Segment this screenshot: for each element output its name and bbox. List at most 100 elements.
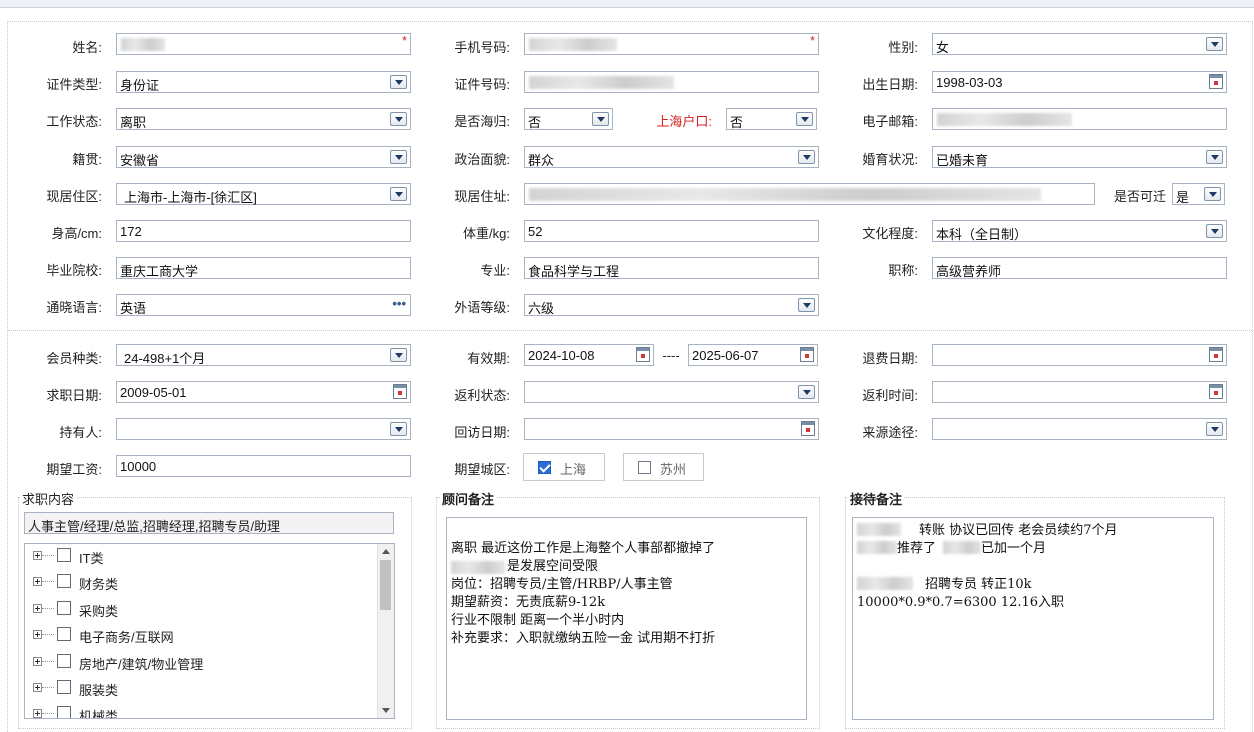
email-field[interactable]: [932, 108, 1227, 130]
tree-item[interactable]: 服装类: [25, 678, 375, 700]
chevron-down-icon[interactable]: [796, 112, 813, 126]
redacted-text: [529, 38, 617, 51]
advisor-notes-textarea[interactable]: 离职 最近这份工作是上海整个人事部都撤掉了 是发展空间受限 岗位：招聘专员/主管…: [446, 517, 807, 720]
political-select[interactable]: 群众: [524, 146, 819, 168]
checkbox-icon[interactable]: [57, 706, 71, 718]
revisit-date-field[interactable]: [524, 418, 819, 440]
expected-salary-field[interactable]: 10000: [116, 455, 411, 477]
chevron-down-icon[interactable]: [592, 112, 609, 126]
checkbox-icon[interactable]: [57, 548, 71, 562]
holder-select[interactable]: [116, 418, 411, 440]
redacted-text: [857, 523, 901, 536]
education-select[interactable]: 本科（全日制）: [932, 220, 1227, 242]
checkbox-icon[interactable]: [57, 654, 71, 668]
chevron-down-icon[interactable]: [390, 75, 407, 89]
relocatable-label: 是否可迁: [1113, 189, 1166, 204]
tree-item[interactable]: 房地产/建筑/物业管理: [25, 652, 375, 674]
language-level-select[interactable]: 六级: [524, 294, 819, 316]
expand-icon[interactable]: [33, 577, 42, 586]
chevron-down-icon[interactable]: [390, 187, 407, 201]
residence-address-field[interactable]: [524, 183, 1095, 205]
school-label: 毕业院校:: [46, 263, 102, 278]
member-type-select[interactable]: 24-498+1个月: [116, 344, 411, 366]
chevron-down-icon[interactable]: [798, 385, 815, 399]
height-label: 身高/cm:: [51, 226, 102, 241]
chevron-down-icon[interactable]: [798, 298, 815, 312]
work-status-select[interactable]: 离职: [116, 108, 411, 130]
city-option-shanghai[interactable]: 上海: [523, 453, 605, 481]
checkbox-icon[interactable]: [638, 461, 651, 474]
chevron-down-icon[interactable]: [1206, 150, 1223, 164]
chevron-down-icon[interactable]: [1206, 224, 1223, 238]
job-date-field[interactable]: 2009-05-01: [116, 381, 411, 403]
more-icon[interactable]: •••: [392, 296, 406, 311]
expand-icon[interactable]: [33, 657, 42, 666]
marital-select[interactable]: 已婚未育: [932, 146, 1227, 168]
id-number-field[interactable]: [524, 71, 819, 93]
expand-icon[interactable]: [33, 709, 42, 718]
city-option-suzhou[interactable]: 苏州: [623, 453, 704, 481]
name-field[interactable]: *: [116, 33, 411, 55]
residence-area-select[interactable]: 上海市-上海市-[徐汇区]: [116, 183, 411, 205]
expand-icon[interactable]: [33, 551, 42, 560]
calendar-icon[interactable]: [800, 347, 814, 362]
holder-label: 持有人:: [59, 425, 102, 440]
calendar-icon[interactable]: [801, 421, 815, 436]
job-category-tree[interactable]: IT类 财务类 采购类 电子商务/互联网 房地产/建筑/物业管理 服装类 机械类: [24, 543, 395, 719]
calendar-icon[interactable]: [393, 384, 407, 399]
valid-start-field[interactable]: 2024-10-08: [524, 344, 654, 366]
tree-item[interactable]: 机械类: [25, 704, 375, 718]
rebate-status-select[interactable]: [524, 381, 819, 403]
expand-icon[interactable]: [33, 604, 42, 613]
source-select[interactable]: [932, 418, 1227, 440]
valid-end-field[interactable]: 2025-06-07: [688, 344, 818, 366]
tree-scrollbar[interactable]: [377, 544, 394, 718]
chevron-down-icon[interactable]: [1204, 187, 1221, 201]
language-field[interactable]: 英语 •••: [116, 294, 411, 316]
scroll-thumb[interactable]: [380, 560, 391, 610]
checkbox-icon[interactable]: [57, 680, 71, 694]
phone-field[interactable]: *: [524, 33, 819, 55]
major-field[interactable]: 食品科学与工程: [524, 257, 819, 279]
checkbox-icon[interactable]: [57, 574, 71, 588]
tree-item[interactable]: 采购类: [25, 599, 375, 621]
expand-icon[interactable]: [33, 630, 42, 639]
checkbox-icon[interactable]: [57, 601, 71, 615]
professional-title-field[interactable]: 高级营养师: [932, 257, 1227, 279]
residence-address-label: 现居住址:: [454, 189, 510, 204]
weight-field[interactable]: 52: [524, 220, 819, 242]
tree-item[interactable]: 财务类: [25, 572, 375, 594]
chevron-down-icon[interactable]: [1206, 37, 1223, 51]
chevron-down-icon[interactable]: [1206, 422, 1223, 436]
rebate-time-field[interactable]: [932, 381, 1227, 403]
tree-item[interactable]: 电子商务/互联网: [25, 625, 375, 647]
calendar-icon[interactable]: [1209, 384, 1223, 399]
chevron-down-icon[interactable]: [390, 422, 407, 436]
relocatable-select[interactable]: 是: [1172, 183, 1225, 205]
checkbox-icon[interactable]: [57, 627, 71, 641]
reception-notes-textarea[interactable]: 转账 协议已回传 老会员续约7个月 推荐了 已加一个月 招聘专员 转正10k 1…: [852, 517, 1214, 720]
calendar-icon[interactable]: [1209, 74, 1223, 89]
birthdate-field[interactable]: 1998-03-03: [932, 71, 1227, 93]
tree-item[interactable]: IT类: [25, 546, 375, 568]
calendar-icon[interactable]: [636, 347, 650, 362]
checkbox-checked-icon[interactable]: [538, 461, 551, 474]
job-selected-field[interactable]: 人事主管/经理/总监,招聘经理,招聘专员/助理: [24, 512, 394, 534]
expected-city-label: 期望城区:: [454, 462, 510, 477]
id-type-select[interactable]: 身份证: [116, 71, 411, 93]
school-field[interactable]: 重庆工商大学: [116, 257, 411, 279]
height-field[interactable]: 172: [116, 220, 411, 242]
scroll-up-icon[interactable]: [382, 549, 390, 554]
chevron-down-icon[interactable]: [390, 348, 407, 362]
calendar-icon[interactable]: [1209, 347, 1223, 362]
expand-icon[interactable]: [33, 683, 42, 692]
returnee-select[interactable]: 否: [524, 108, 613, 130]
chevron-down-icon[interactable]: [798, 150, 815, 164]
shanghai-hukou-select[interactable]: 否: [726, 108, 817, 130]
native-place-select[interactable]: 安徽省: [116, 146, 411, 168]
gender-select[interactable]: 女: [932, 33, 1227, 55]
chevron-down-icon[interactable]: [390, 112, 407, 126]
refund-date-field[interactable]: [932, 344, 1227, 366]
chevron-down-icon[interactable]: [390, 150, 407, 164]
scroll-down-icon[interactable]: [382, 708, 390, 713]
